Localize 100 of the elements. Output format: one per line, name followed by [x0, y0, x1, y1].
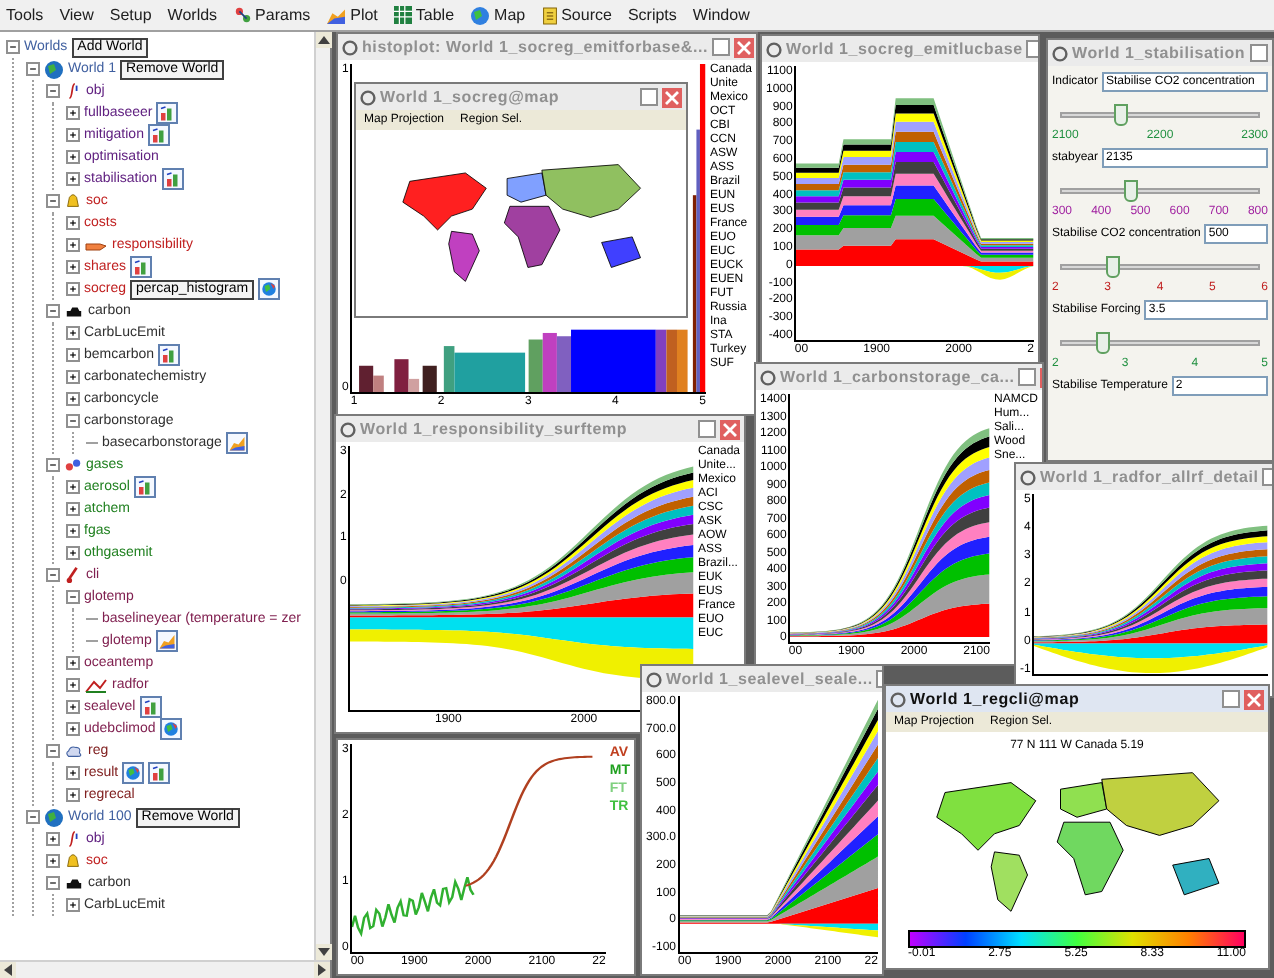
menu-item[interactable]: Worlds	[167, 3, 218, 27]
window-icon	[1020, 469, 1036, 485]
bell-icon	[64, 852, 82, 870]
collapse-toggle[interactable]	[46, 194, 60, 208]
window-icon	[766, 41, 782, 57]
scroll-arrow-icon[interactable]	[314, 962, 330, 978]
expand-toggle[interactable]	[46, 832, 60, 846]
slider-thumb[interactable]	[1114, 103, 1129, 125]
scrollbar[interactable]	[0, 960, 330, 978]
window-title: World 1_radfor_allrf_detail	[1040, 465, 1259, 489]
expand-toggle[interactable]	[66, 348, 80, 362]
globe-icon[interactable]	[122, 762, 145, 784]
expand-toggle[interactable]	[66, 282, 80, 296]
histogram-bar	[423, 365, 438, 392]
scroll-arrow-icon[interactable]	[0, 962, 16, 978]
collapse-toggle[interactable]	[46, 744, 60, 758]
chart-icon[interactable]	[155, 630, 178, 652]
expand-toggle[interactable]	[66, 546, 80, 560]
window-icon	[890, 691, 906, 707]
expand-toggle[interactable]	[66, 128, 80, 142]
chart-icon[interactable]	[147, 124, 170, 146]
window-title: World 1_responsibility_surftemp	[360, 417, 630, 441]
expand-toggle[interactable]	[46, 854, 60, 868]
maximize-button[interactable]	[712, 38, 731, 56]
expand-toggle[interactable]	[66, 898, 80, 912]
close-icon[interactable]	[734, 37, 755, 57]
slider[interactable]	[1054, 102, 1266, 126]
close-icon[interactable]	[662, 87, 682, 107]
slider[interactable]	[1054, 254, 1266, 278]
chart-icon[interactable]	[161, 168, 184, 190]
collapse-toggle[interactable]	[26, 62, 40, 76]
expand-toggle[interactable]	[66, 370, 80, 384]
menu-item[interactable]: Tools	[6, 3, 44, 27]
expand-toggle[interactable]	[66, 238, 80, 252]
expand-toggle[interactable]	[66, 722, 80, 736]
collapse-toggle[interactable]	[46, 304, 60, 318]
menu-item[interactable]: Params	[233, 3, 311, 27]
slider[interactable]	[1054, 178, 1266, 202]
menu-item[interactable]: Window	[692, 3, 750, 27]
expand-toggle[interactable]	[66, 326, 80, 340]
collapse-toggle[interactable]	[6, 40, 20, 54]
menu-item[interactable]: Map	[470, 3, 526, 27]
slider[interactable]	[1054, 330, 1266, 354]
document-icon	[541, 5, 558, 25]
collapse-toggle[interactable]	[46, 84, 60, 98]
expand-toggle[interactable]	[66, 106, 80, 120]
globe-icon[interactable]	[159, 718, 182, 740]
expand-toggle[interactable]	[66, 656, 80, 670]
chart-icon[interactable]	[158, 344, 181, 366]
collapse-toggle[interactable]	[26, 810, 40, 824]
expand-toggle[interactable]	[66, 480, 80, 494]
expand-toggle[interactable]	[66, 392, 80, 406]
expand-toggle[interactable]	[66, 700, 80, 714]
expand-toggle[interactable]	[66, 150, 80, 164]
chart-icon[interactable]	[225, 432, 248, 454]
expand-toggle[interactable]	[66, 216, 80, 230]
menu-item[interactable]: Table	[393, 3, 455, 27]
menu-item[interactable]: Source	[541, 3, 612, 27]
car-icon	[64, 302, 84, 320]
scroll-arrow-icon[interactable]	[316, 944, 332, 960]
close-icon[interactable]	[1244, 689, 1264, 709]
collapse-toggle[interactable]	[46, 458, 60, 472]
slider-thumb[interactable]	[1124, 179, 1139, 201]
maximize-button[interactable]	[698, 420, 716, 438]
expand-toggle[interactable]	[66, 678, 80, 692]
window-icon	[360, 89, 376, 105]
chart-icon[interactable]	[133, 476, 156, 498]
slider-thumb[interactable]	[1105, 255, 1119, 277]
collapse-toggle[interactable]	[66, 414, 80, 428]
menu-item[interactable]: View	[59, 3, 94, 27]
window-icon	[342, 39, 358, 55]
globe-icon	[44, 59, 64, 79]
collapse-toggle[interactable]	[46, 568, 60, 582]
globe-icon[interactable]	[258, 278, 281, 300]
maximize-button[interactable]	[1249, 44, 1268, 62]
globe-icon	[44, 807, 64, 827]
expand-toggle[interactable]	[66, 788, 80, 802]
chart-icon[interactable]	[139, 696, 162, 718]
menu-item[interactable]: Plot	[326, 3, 378, 27]
scroll-arrow-icon[interactable]	[316, 32, 332, 48]
expand-toggle[interactable]	[66, 766, 80, 780]
collapse-toggle[interactable]	[66, 590, 80, 604]
expand-toggle[interactable]	[66, 524, 80, 538]
expand-toggle[interactable]	[66, 260, 80, 274]
chart-icon[interactable]	[148, 762, 171, 784]
maximize-button[interactable]	[1222, 690, 1240, 708]
thermometer-icon	[64, 566, 82, 584]
expand-toggle[interactable]	[66, 502, 80, 516]
scrollbar[interactable]	[314, 32, 330, 960]
menu-item[interactable]: Setup	[109, 3, 152, 27]
maximize-button[interactable]	[1018, 368, 1037, 386]
expand-toggle[interactable]	[66, 172, 80, 186]
chart-icon[interactable]	[156, 102, 179, 124]
car-icon	[64, 874, 84, 892]
slider-thumb[interactable]	[1095, 331, 1110, 353]
menu-item[interactable]: Scripts	[627, 3, 677, 27]
close-icon[interactable]	[720, 419, 740, 439]
collapse-toggle[interactable]	[46, 876, 60, 890]
chart-icon[interactable]	[130, 256, 153, 278]
maximize-button[interactable]	[640, 88, 658, 106]
